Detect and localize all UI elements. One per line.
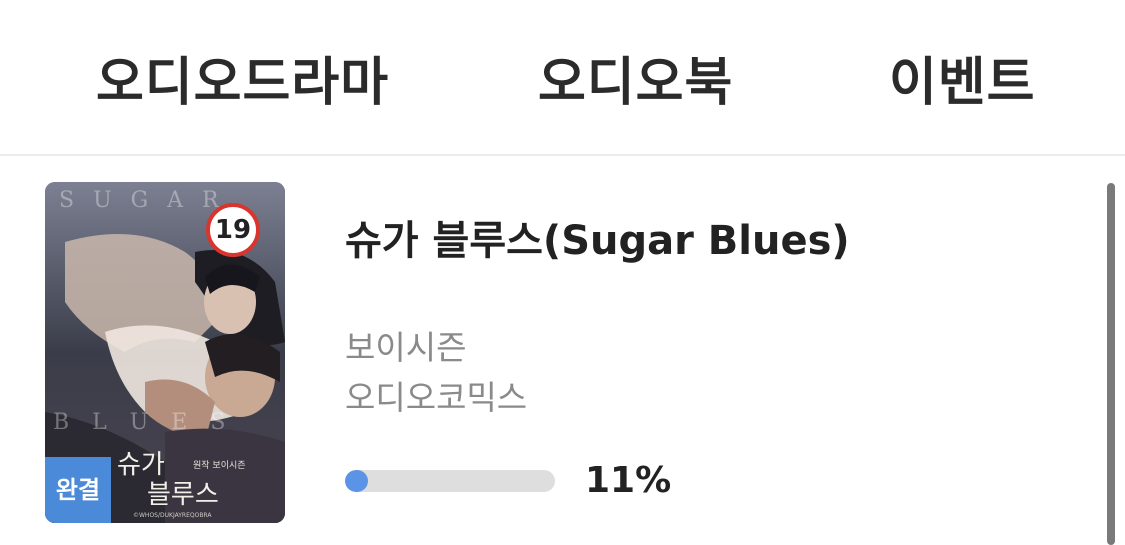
cover-copyright: ©WHOS/DUKJAYREQOBRA [133, 512, 212, 519]
cover-credit: 원작 보이시즌 [193, 461, 246, 471]
tab-event[interactable]: 이벤트 [889, 52, 1036, 114]
tab-audio-drama[interactable]: 오디오드라마 [96, 52, 389, 114]
list-item[interactable]: S U G A R B L U E S 슈가 블루스 원작 보이시즌 ©WHOS… [0, 156, 1100, 545]
cover-image[interactable]: S U G A R B L U E S 슈가 블루스 원작 보이시즌 ©WHOS… [45, 182, 285, 523]
scrollbar[interactable] [1107, 183, 1115, 545]
cover-bottom-title: B L U E S [53, 410, 234, 435]
status-badge: 완결 [45, 457, 111, 523]
tab-audio-book[interactable]: 오디오북 [538, 52, 733, 114]
tab-bar: 오디오드라마 오디오북 이벤트 [0, 0, 1125, 155]
progress-bar-fill [345, 470, 368, 492]
age-rating-badge: 19 [206, 203, 260, 257]
item-category: 오디오코믹스 [345, 378, 528, 417]
progress-percent: 11% [585, 460, 672, 501]
item-author: 보이시즌 [345, 328, 467, 367]
cover-korean-title-line2: 블루스 [147, 480, 219, 510]
item-title[interactable]: 슈가 블루스(Sugar Blues) [345, 208, 850, 266]
cover-top-title: S U G A R [59, 188, 225, 213]
progress-bar [345, 470, 555, 492]
